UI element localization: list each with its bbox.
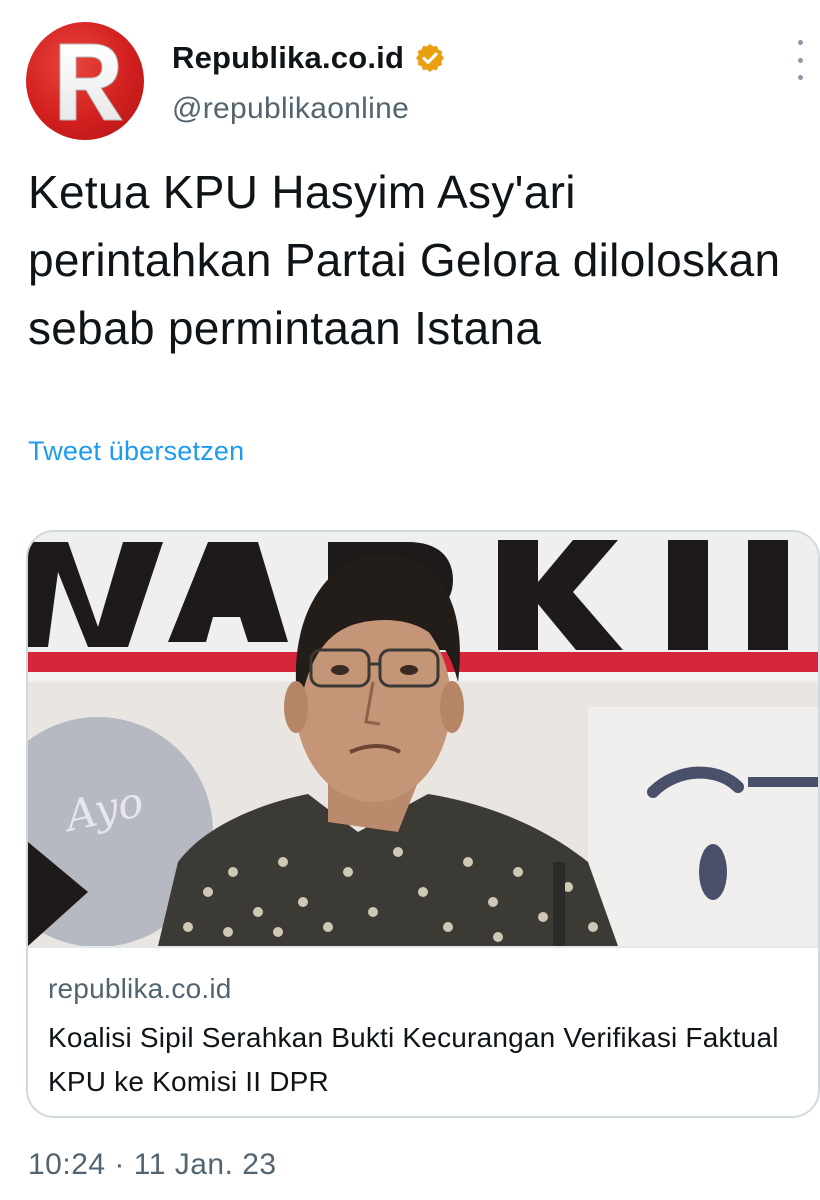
- tweet-text: Ketua KPU Hasyim Asy'ari perintahkan Par…: [28, 166, 781, 354]
- link-card[interactable]: Ayo republika.co.id Koalisi Sipil Serahk…: [26, 530, 820, 1118]
- avatar[interactable]: [26, 22, 144, 140]
- verified-badge-icon: [414, 42, 446, 74]
- tweet: Republika.co.id @republikaonline Ketua K…: [0, 0, 820, 1200]
- link-card-image[interactable]: Ayo: [28, 532, 818, 946]
- tweet-timestamp[interactable]: 10:24 · 11 Jan. 23: [28, 1148, 277, 1182]
- author-handle[interactable]: @republikaonline: [172, 92, 409, 126]
- link-card-domain[interactable]: republika.co.id: [48, 973, 232, 1005]
- link-card-divider: [28, 946, 818, 948]
- author-name-row[interactable]: Republika.co.id: [172, 40, 446, 76]
- author-display-name[interactable]: Republika.co.id: [172, 40, 404, 76]
- translate-tweet-link[interactable]: Tweet übersetzen: [28, 436, 244, 467]
- more-options-icon[interactable]: [790, 40, 810, 80]
- link-card-title[interactable]: Koalisi Sipil Serahkan Bukti Kecurangan …: [48, 1016, 788, 1104]
